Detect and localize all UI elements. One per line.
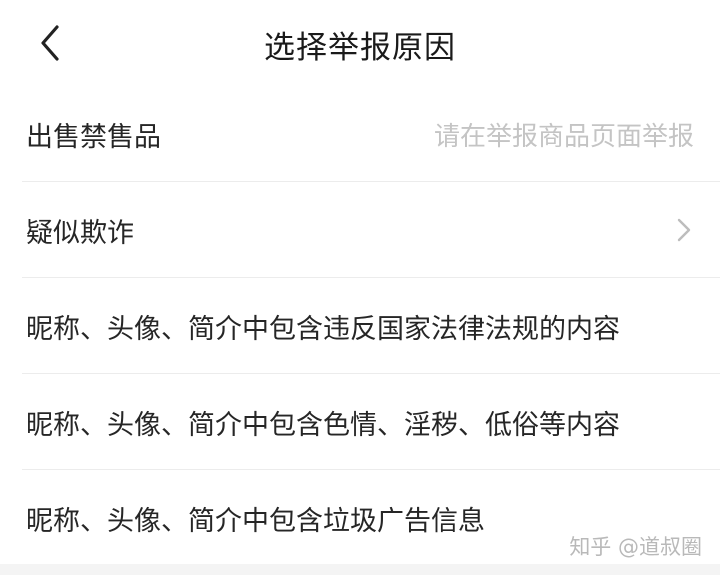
watermark: 知乎 @道叔圈 <box>569 535 702 559</box>
reason-item-suspected-fraud[interactable]: 疑似欺诈 <box>0 182 720 278</box>
reason-label: 昵称、头像、简介中包含违反国家法律法规的内容 <box>26 313 620 345</box>
navigation-bar: 选择举报原因 <box>0 0 720 86</box>
reason-item-illegal-content[interactable]: 昵称、头像、简介中包含违反国家法律法规的内容 <box>0 278 720 374</box>
reason-label: 昵称、头像、简介中包含垃圾广告信息 <box>26 505 485 537</box>
chevron-left-icon <box>41 25 59 61</box>
reason-label: 出售禁售品 <box>26 121 161 153</box>
report-reason-screen: 选择举报原因 出售禁售品 请在举报商品页面举报 疑似欺诈 昵称、头像、简介中包含… <box>0 0 720 575</box>
bottom-divider <box>0 564 720 575</box>
page-title: 选择举报原因 <box>264 29 456 66</box>
reason-label: 疑似欺诈 <box>26 217 134 249</box>
reason-item-pornographic-content[interactable]: 昵称、头像、简介中包含色情、淫秽、低俗等内容 <box>0 374 720 470</box>
reason-list: 出售禁售品 请在举报商品页面举报 疑似欺诈 昵称、头像、简介中包含违反国家法律法… <box>0 86 720 566</box>
reason-label: 昵称、头像、简介中包含色情、淫秽、低俗等内容 <box>26 409 620 441</box>
back-button[interactable] <box>30 18 70 68</box>
chevron-right-icon <box>677 218 691 242</box>
reason-item-prohibited-goods[interactable]: 出售禁售品 请在举报商品页面举报 <box>0 86 720 182</box>
reason-hint: 请在举报商品页面举报 <box>433 121 694 152</box>
